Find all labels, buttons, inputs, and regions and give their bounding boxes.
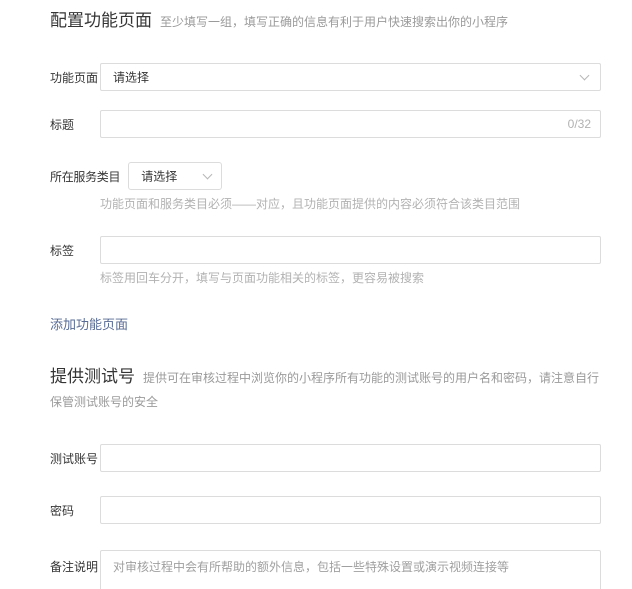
tags-input-wrap	[100, 236, 601, 264]
field-row-tags: 标签	[50, 236, 601, 264]
test-account-input-wrap	[100, 444, 601, 472]
field-row-category: 所在服务类目 请选择	[50, 162, 601, 190]
password-label: 密码	[50, 503, 75, 518]
chevron-down-icon	[202, 169, 213, 180]
chevron-down-icon	[579, 70, 590, 81]
password-input-wrap	[100, 496, 601, 524]
title-input-wrap: 0/32	[100, 110, 601, 138]
field-row-remarks: 备注说明	[50, 550, 601, 589]
feature-page-label: 功能页面	[50, 70, 99, 85]
section-config-header: 配置功能页面 至少填写一组，填写正确的信息有利于用户快速搜索出你的小程序	[50, 9, 601, 34]
test-account-label: 测试账号	[50, 451, 99, 466]
feature-page-select-value: 请选择	[113, 70, 150, 85]
add-feature-page-link[interactable]: 添加功能页面	[50, 314, 128, 333]
config-form-page: 配置功能页面 至少填写一组，填写正确的信息有利于用户快速搜索出你的小程序 功能页面…	[0, 0, 632, 589]
category-helper-text: 功能页面和服务类目必须——对应，且功能页面提供的内容必须符合该类目范围	[100, 197, 521, 211]
field-row-title: 标题 0/32	[50, 110, 601, 138]
tags-input[interactable]	[100, 236, 601, 264]
remarks-textarea[interactable]	[100, 550, 601, 589]
section-config-title: 配置功能页面	[50, 11, 152, 30]
password-input[interactable]	[100, 496, 601, 524]
tags-helper-text: 标签用回车分开，填写与页面功能相关的标签，更容易被搜索	[100, 271, 425, 285]
remarks-textarea-wrap	[100, 550, 601, 589]
remarks-label: 备注说明	[50, 560, 99, 574]
feature-page-select[interactable]: 请选择	[100, 63, 601, 91]
category-label: 所在服务类目	[50, 169, 121, 184]
field-row-feature-page: 功能页面 请选择	[50, 63, 601, 91]
category-select-value: 请选择	[141, 169, 178, 184]
tags-label: 标签	[50, 243, 75, 258]
section-test-title: 提供测试号	[50, 367, 135, 386]
field-row-test-account: 测试账号	[50, 444, 601, 472]
field-row-password: 密码	[50, 496, 601, 524]
category-select[interactable]: 请选择	[128, 162, 223, 190]
title-label: 标题	[50, 117, 75, 132]
test-account-input[interactable]	[100, 444, 601, 472]
title-input[interactable]	[100, 110, 601, 138]
section-test-header: 提供测试号 提供可在审核过程中浏览你的小程序所有功能的测试账号的用户名和密码，请注…	[50, 365, 601, 414]
section-config-description: 至少填写一组，填写正确的信息有利于用户快速搜索出你的小程序	[160, 15, 509, 29]
